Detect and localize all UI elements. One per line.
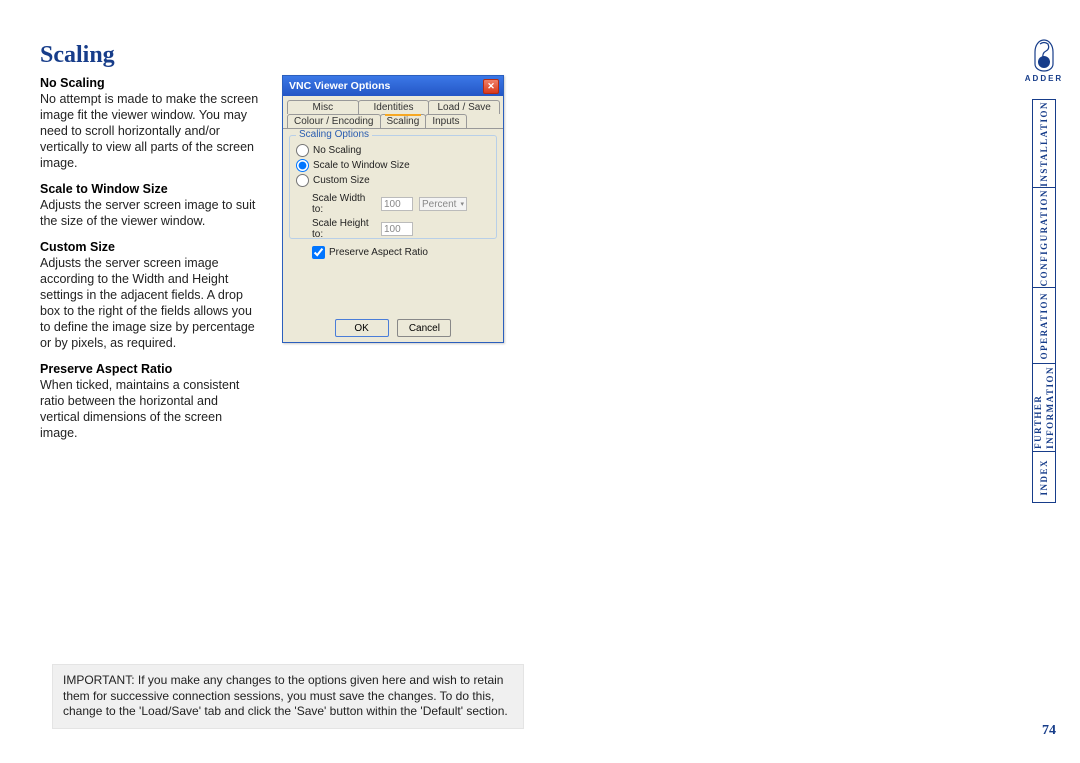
chevron-down-icon: ▾ (460, 200, 464, 208)
scale-height-label: Scale Height to: (312, 218, 377, 240)
tab-misc[interactable]: Misc (287, 100, 359, 114)
tab-scaling[interactable]: Scaling (380, 114, 427, 128)
vnc-options-dialog: VNC Viewer Options ✕ Misc Identities Loa… (282, 75, 504, 343)
preserve-aspect-label: Preserve Aspect Ratio (329, 247, 428, 258)
preserve-aspect-heading: Preserve Aspect Ratio (40, 361, 260, 377)
custom-size-heading: Custom Size (40, 239, 260, 255)
custom-size-body: Adjusts the server screen image accordin… (40, 255, 260, 351)
scale-to-window-body: Adjusts the server screen image to suit … (40, 197, 260, 229)
nav-configuration[interactable]: CONFIGURATION (1032, 187, 1056, 287)
adder-logo-icon (1029, 38, 1059, 72)
nav-index[interactable]: INDEX (1032, 451, 1056, 503)
radio-scale-to-window-label: Scale to Window Size (313, 160, 410, 171)
no-scaling-body: No attempt is made to make the screen im… (40, 91, 260, 171)
radio-no-scaling-label: No Scaling (313, 145, 361, 156)
dialog-title: VNC Viewer Options (289, 80, 390, 92)
preserve-aspect-body: When ticked, maintains a consistent rati… (40, 377, 260, 441)
scale-width-label: Scale Width to: (312, 193, 377, 215)
unit-dropdown[interactable]: Percent ▾ (419, 197, 467, 211)
sidebar-nav: ADDER INSTALLATION CONFIGURATION OPERATI… (1022, 38, 1066, 503)
tab-identities[interactable]: Identities (358, 100, 430, 114)
radio-no-scaling[interactable]: No Scaling (296, 144, 490, 157)
radio-scale-to-window[interactable]: Scale to Window Size (296, 159, 490, 172)
dialog-titlebar[interactable]: VNC Viewer Options ✕ (283, 76, 503, 96)
tab-inputs[interactable]: Inputs (425, 114, 466, 128)
unit-value: Percent (422, 199, 456, 210)
radio-custom-size-label: Custom Size (313, 175, 370, 186)
important-note: IMPORTANT: If you make any changes to th… (52, 664, 524, 729)
scale-height-input[interactable] (381, 222, 413, 236)
group-legend: Scaling Options (296, 129, 372, 140)
radio-custom-size[interactable]: Custom Size (296, 174, 490, 187)
cancel-button[interactable]: Cancel (397, 319, 451, 337)
ok-button[interactable]: OK (335, 319, 389, 337)
page-number: 74 (1042, 723, 1056, 739)
page-title: Scaling (40, 42, 1060, 69)
no-scaling-heading: No Scaling (40, 75, 260, 91)
tab-load-save[interactable]: Load / Save (428, 100, 500, 114)
scale-width-input[interactable] (381, 197, 413, 211)
tab-colour-encoding[interactable]: Colour / Encoding (287, 114, 381, 128)
nav-installation[interactable]: INSTALLATION (1032, 99, 1056, 187)
nav-further-information[interactable]: FURTHER INFORMATION (1032, 363, 1056, 451)
explanations-column: No Scaling No attempt is made to make th… (40, 75, 260, 451)
brand-label: ADDER (1025, 74, 1063, 83)
preserve-aspect-checkbox[interactable]: Preserve Aspect Ratio (312, 246, 490, 259)
scaling-options-group: Scaling Options No Scaling Scale to Wind… (289, 135, 497, 239)
scale-to-window-heading: Scale to Window Size (40, 181, 260, 197)
close-icon[interactable]: ✕ (483, 79, 499, 94)
nav-operation[interactable]: OPERATION (1032, 287, 1056, 363)
